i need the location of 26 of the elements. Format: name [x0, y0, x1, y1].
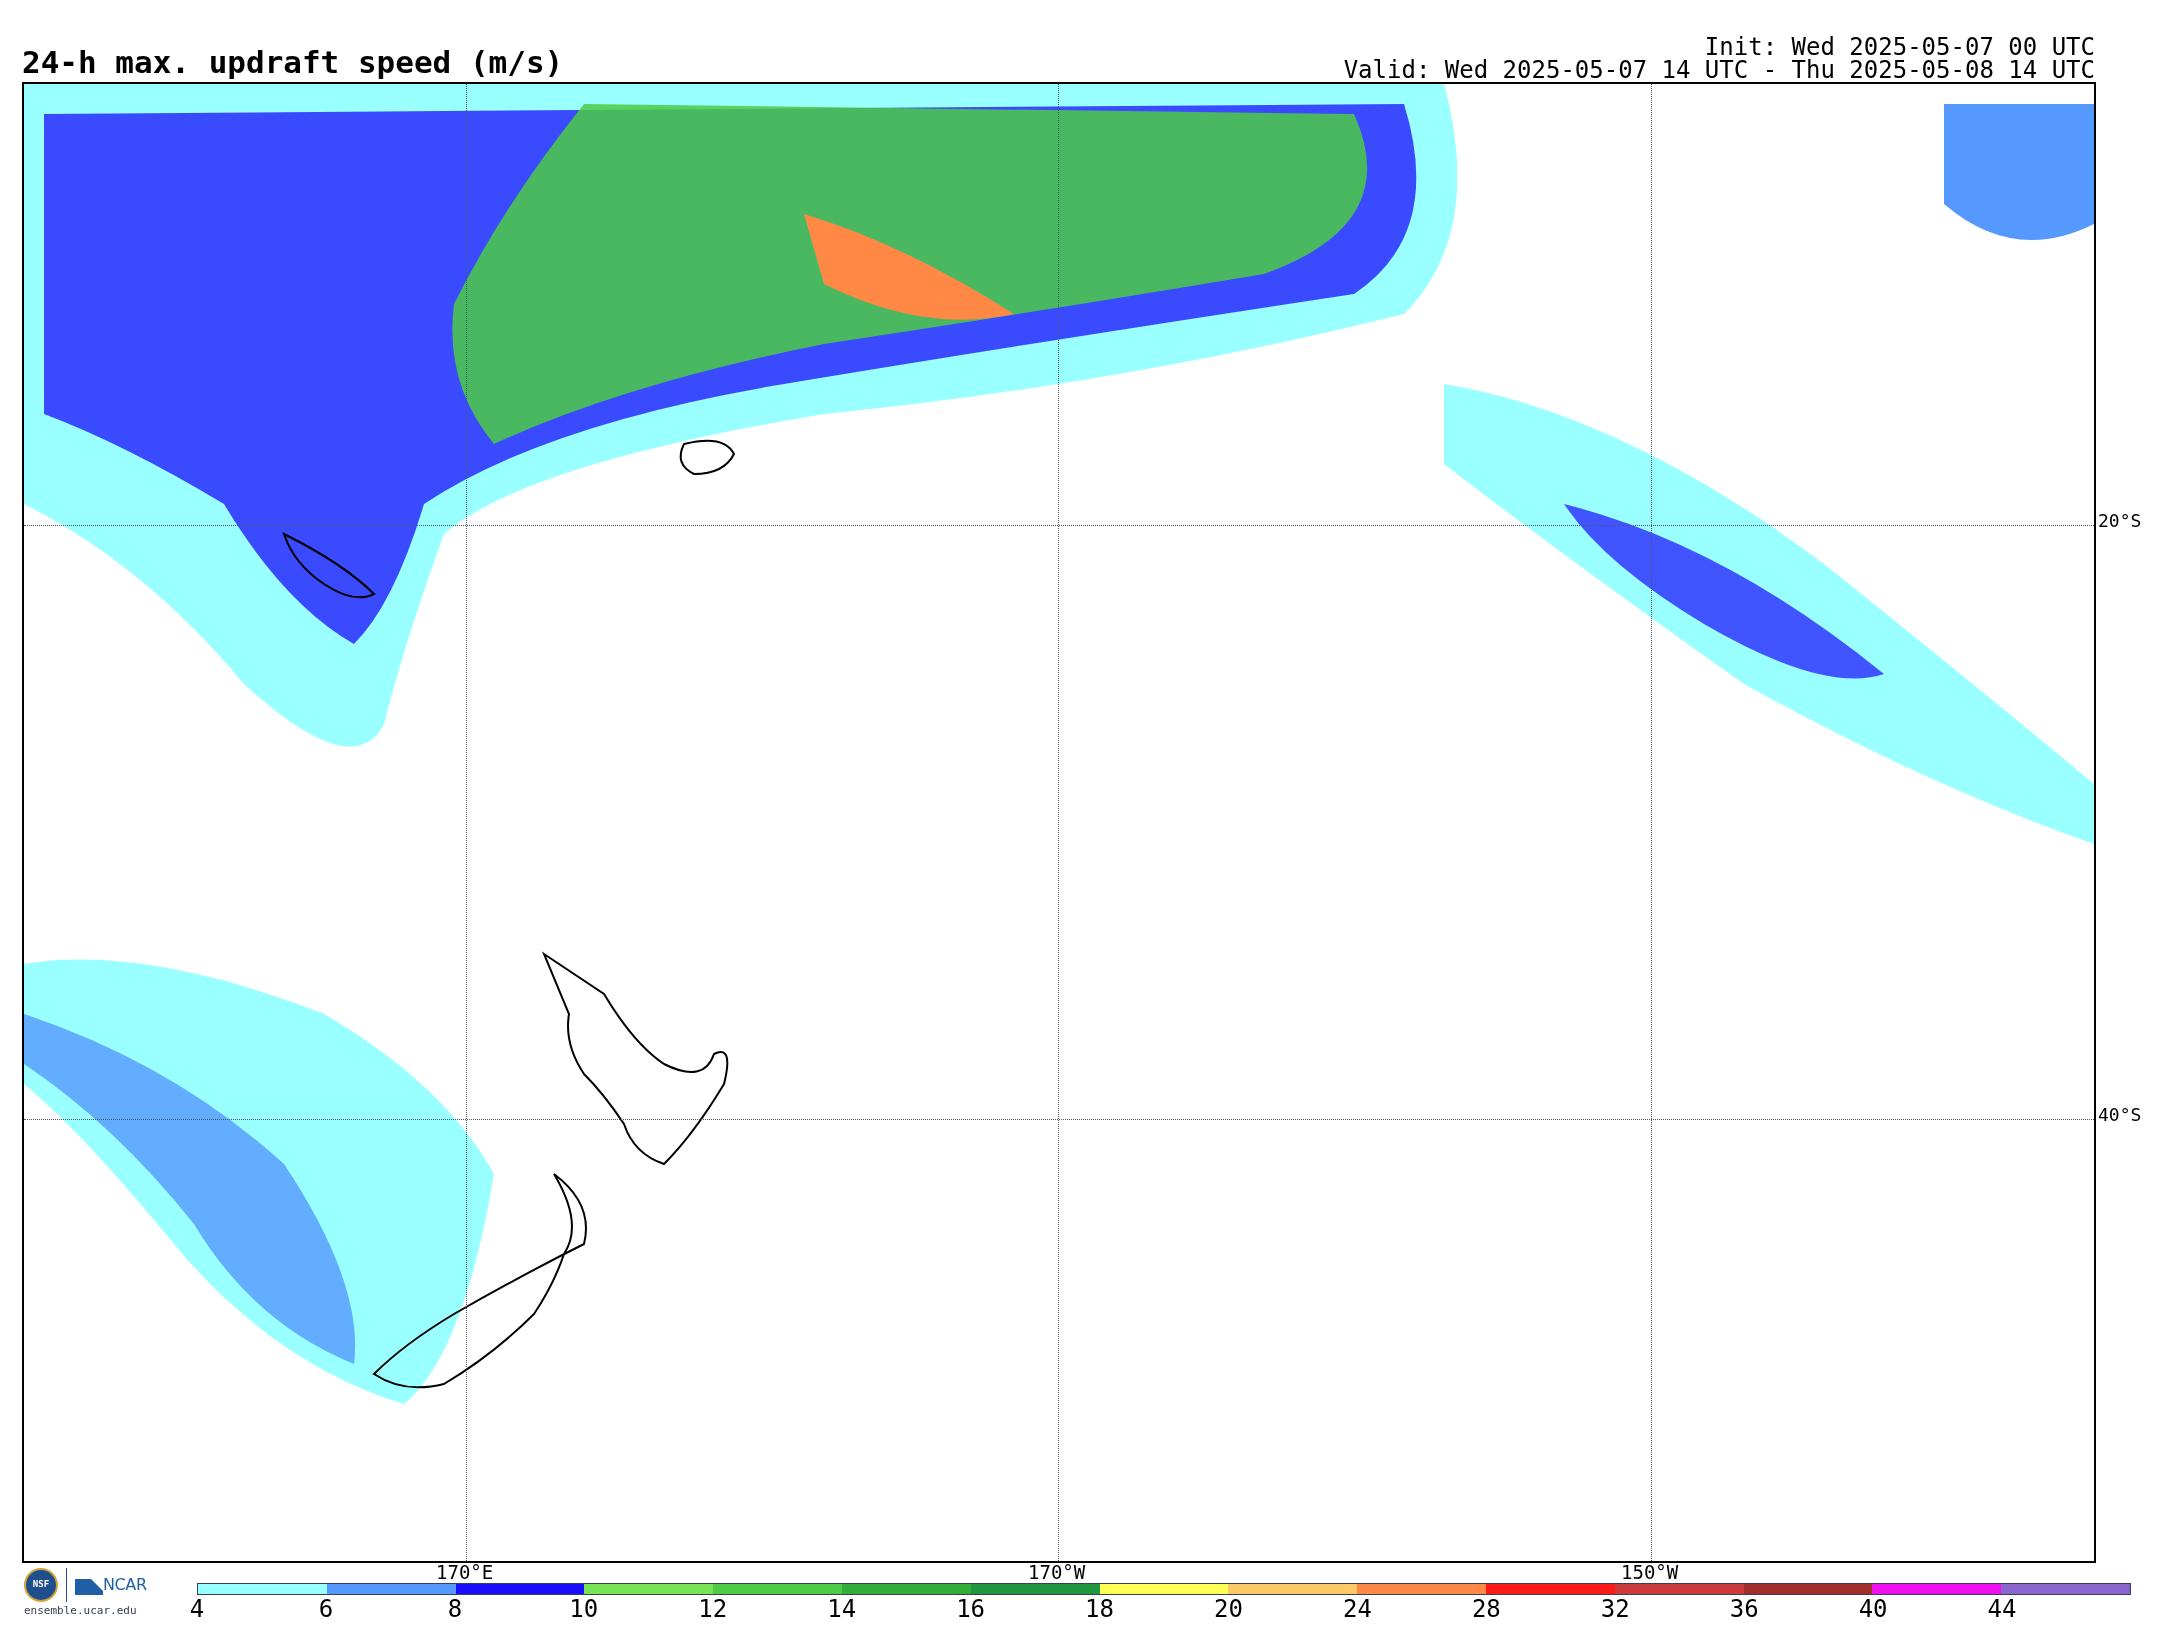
- colorbar-label: 16: [956, 1597, 986, 1621]
- colorbar-label: 28: [1471, 1597, 1501, 1621]
- valid-time: Valid: Wed 2025-05-07 14 UTC - Thu 2025-05-08 14 UTC: [1343, 59, 2095, 82]
- colorbar-label: 14: [827, 1597, 857, 1621]
- colorbar-label: 4: [189, 1597, 205, 1621]
- colorbar-label: 44: [1987, 1597, 2017, 1621]
- latitude-label: 40°S: [2098, 1106, 2142, 1124]
- website-label: ensemble.ucar.edu: [24, 1605, 138, 1616]
- colorbar-label: 36: [1729, 1597, 1759, 1621]
- init-time: Init: Wed 2025-05-07 00 UTC: [1704, 36, 2095, 59]
- colorbar-label: 24: [1342, 1597, 1372, 1621]
- colorbar-label: 32: [1600, 1597, 1630, 1621]
- colorbar-label: 12: [698, 1597, 728, 1621]
- colorbar-label: 6: [318, 1597, 334, 1621]
- latitude-label: 20°S: [2098, 512, 2142, 530]
- brand-logo: NCAR: [103, 1574, 147, 1596]
- longitude-label: 170°W: [1028, 1563, 1086, 1582]
- seal-logo: NSF: [24, 1568, 58, 1602]
- colorbar-label: 40: [1858, 1597, 1888, 1621]
- map-title: 24-h max. updraft speed (m/s): [22, 47, 564, 78]
- colorbar-label: 10: [569, 1597, 599, 1621]
- colorbar-label: 8: [447, 1597, 463, 1621]
- colorbar-label: 20: [1214, 1597, 1243, 1621]
- longitude-label: 170°E: [436, 1563, 494, 1582]
- longitude-label: 150°W: [1621, 1563, 1679, 1582]
- colorbar-label: 18: [1085, 1597, 1114, 1621]
